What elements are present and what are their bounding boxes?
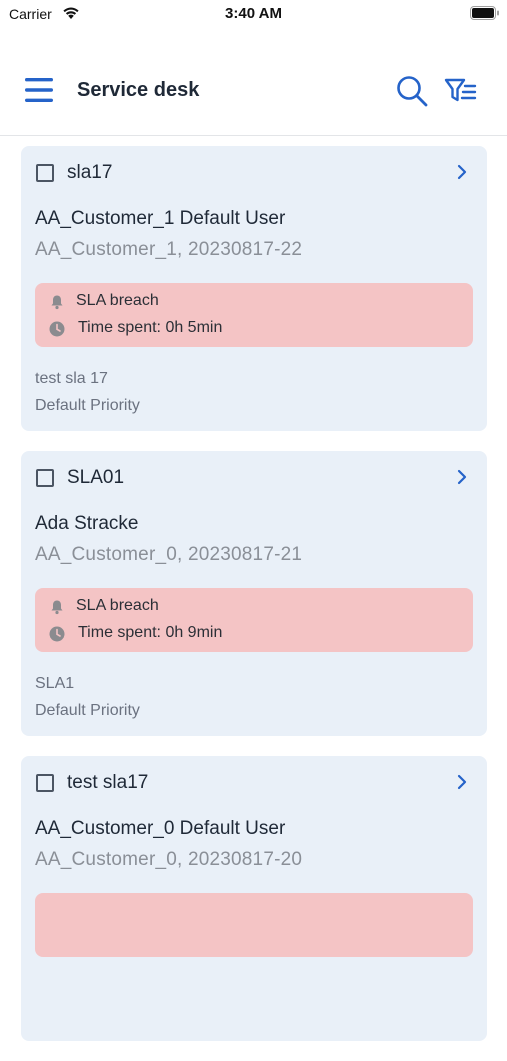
bell-icon xyxy=(51,295,63,310)
ticket-checkbox[interactable] xyxy=(36,774,54,792)
chevron-right-icon[interactable] xyxy=(455,164,469,180)
time-spent: Time spent: 0h 9min xyxy=(78,624,223,641)
ticket-card[interactable]: test sla17 AA_Customer_0 Default User AA… xyxy=(21,756,487,1041)
ticket-subject: test sla 17 xyxy=(35,370,108,387)
menu-button[interactable] xyxy=(24,76,56,104)
sla-status-box: SLA breach Time spent: 0h 9min xyxy=(35,588,473,652)
ticket-checkbox[interactable] xyxy=(36,469,54,487)
chevron-right-icon[interactable] xyxy=(455,469,469,485)
chevron-right-icon[interactable] xyxy=(455,774,469,790)
sla-status: SLA breach xyxy=(76,597,159,614)
hamburger-menu-icon xyxy=(25,78,53,102)
clock: 3:40 AM xyxy=(225,5,282,22)
customer-meta: AA_Customer_0, 20230817-21 xyxy=(35,544,303,565)
filter-list-icon xyxy=(444,78,477,102)
ticket-priority: Default Priority xyxy=(35,397,140,414)
clock-icon xyxy=(49,626,65,642)
customer-name: AA_Customer_1 Default User xyxy=(35,208,286,229)
search-button[interactable] xyxy=(395,74,429,108)
ticket-id: test sla17 xyxy=(67,772,149,793)
customer-name: Ada Stracke xyxy=(35,513,139,534)
time-spent: Time spent: 0h 5min xyxy=(78,319,223,336)
battery-icon xyxy=(470,6,500,25)
customer-meta: AA_Customer_1, 20230817-22 xyxy=(35,239,303,260)
search-icon xyxy=(397,76,428,107)
ticket-card[interactable]: SLA01 Ada Stracke AA_Customer_0, 2023081… xyxy=(21,451,487,736)
sla-status-box: SLA breach Time spent: 0h 5min xyxy=(35,283,473,347)
ticket-id: sla17 xyxy=(67,162,113,183)
sla-status: SLA breach xyxy=(76,292,159,309)
ticket-id: SLA01 xyxy=(67,467,125,488)
customer-name: AA_Customer_0 Default User xyxy=(35,818,286,839)
filter-button[interactable] xyxy=(444,76,478,106)
bell-icon xyxy=(51,600,63,615)
ticket-checkbox[interactable] xyxy=(36,164,54,182)
clock-icon xyxy=(49,321,65,337)
customer-meta: AA_Customer_0, 20230817-20 xyxy=(35,849,303,870)
ticket-priority: Default Priority xyxy=(35,702,140,719)
ticket-card[interactable]: sla17 AA_Customer_1 Default User AA_Cust… xyxy=(21,146,487,431)
sla-status-box xyxy=(35,893,473,957)
page-title: Service desk xyxy=(77,79,200,101)
ticket-subject: SLA1 xyxy=(35,675,75,692)
app-header: Service desk xyxy=(0,52,507,136)
ticket-list: sla17 AA_Customer_1 Default User AA_Cust… xyxy=(21,146,487,1061)
status-bar: Carrier 3:40 AM xyxy=(0,0,507,30)
